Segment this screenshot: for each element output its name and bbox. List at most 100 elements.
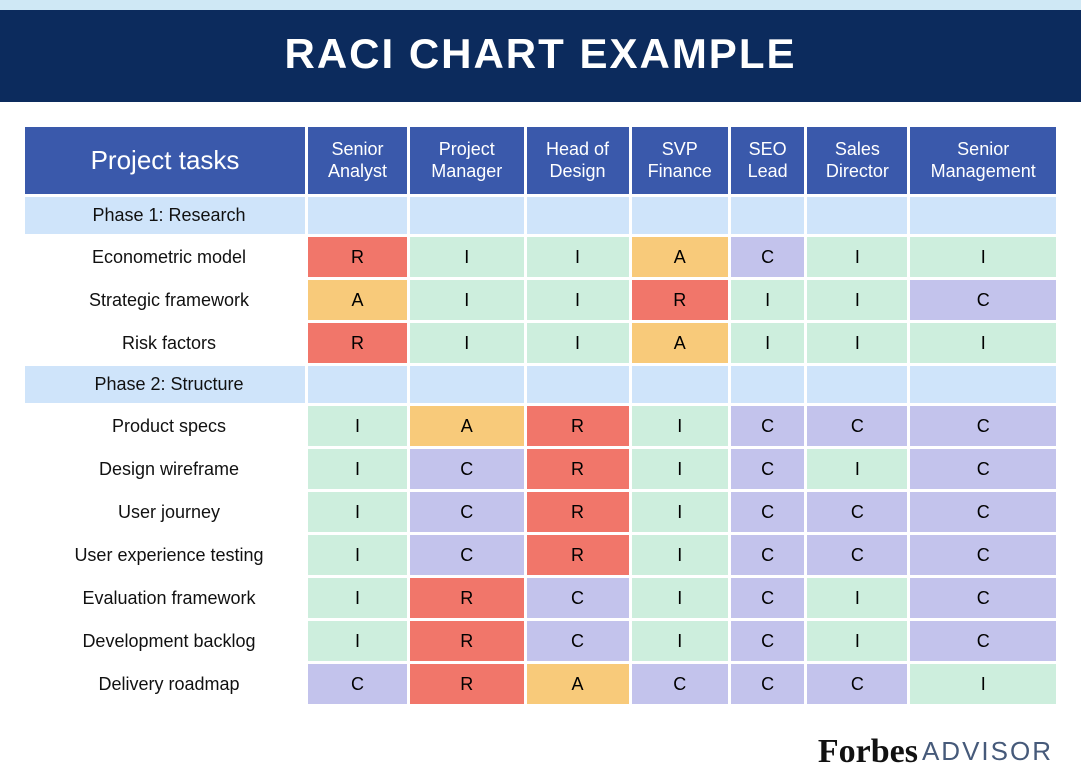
raci-cell: I bbox=[731, 280, 805, 320]
top-strip bbox=[0, 0, 1081, 10]
raci-cell: R bbox=[527, 492, 629, 532]
task-label: Development backlog bbox=[25, 621, 305, 661]
raci-cell: C bbox=[308, 664, 407, 704]
raci-cell: A bbox=[632, 237, 728, 277]
col-header-tasks: Project tasks bbox=[25, 127, 305, 194]
task-row: User journeyICRICCC bbox=[25, 492, 1056, 532]
raci-cell: I bbox=[632, 406, 728, 446]
raci-cell: C bbox=[632, 664, 728, 704]
task-label: Delivery roadmap bbox=[25, 664, 305, 704]
brand-sub: ADVISOR bbox=[922, 736, 1053, 766]
task-row: Risk factorsRIIAIII bbox=[25, 323, 1056, 363]
raci-cell bbox=[527, 366, 629, 403]
raci-cell: I bbox=[527, 280, 629, 320]
col-header-seo-lead: SEO Lead bbox=[731, 127, 805, 194]
raci-cell: C bbox=[910, 535, 1056, 575]
raci-cell bbox=[807, 197, 907, 234]
raci-cell: C bbox=[527, 578, 629, 618]
raci-cell: R bbox=[527, 449, 629, 489]
raci-cell: I bbox=[308, 621, 407, 661]
raci-cell: C bbox=[807, 664, 907, 704]
col-header-senior-management: Senior Management bbox=[910, 127, 1056, 194]
raci-cell: C bbox=[910, 406, 1056, 446]
raci-cell: I bbox=[731, 323, 805, 363]
raci-cell: I bbox=[910, 237, 1056, 277]
raci-cell: C bbox=[910, 578, 1056, 618]
task-label: Design wireframe bbox=[25, 449, 305, 489]
raci-cell bbox=[410, 366, 524, 403]
raci-cell: I bbox=[410, 237, 524, 277]
task-row: User experience testingICRICCC bbox=[25, 535, 1056, 575]
raci-cell: A bbox=[308, 280, 407, 320]
raci-cell: I bbox=[308, 535, 407, 575]
raci-cell: C bbox=[910, 280, 1056, 320]
raci-cell: I bbox=[807, 323, 907, 363]
raci-cell: C bbox=[807, 492, 907, 532]
brand-main: Forbes bbox=[818, 733, 918, 770]
raci-cell: C bbox=[731, 578, 805, 618]
raci-cell bbox=[308, 197, 407, 234]
raci-cell: R bbox=[410, 621, 524, 661]
raci-cell bbox=[910, 197, 1056, 234]
task-label: Econometric model bbox=[25, 237, 305, 277]
raci-cell: C bbox=[731, 406, 805, 446]
raci-cell: I bbox=[527, 237, 629, 277]
raci-cell: I bbox=[308, 406, 407, 446]
raci-cell: I bbox=[527, 323, 629, 363]
raci-cell: I bbox=[632, 621, 728, 661]
phase-label: Phase 2: Structure bbox=[25, 366, 305, 403]
raci-cell: I bbox=[807, 621, 907, 661]
raci-cell: A bbox=[527, 664, 629, 704]
col-header-senior-analyst: Senior Analyst bbox=[308, 127, 407, 194]
chart-wrap: Project tasks Senior Analyst Project Man… bbox=[0, 102, 1081, 719]
col-header-sales-director: Sales Director bbox=[807, 127, 907, 194]
raci-cell: R bbox=[308, 237, 407, 277]
raci-cell: I bbox=[632, 492, 728, 532]
task-label: Product specs bbox=[25, 406, 305, 446]
raci-cell bbox=[910, 366, 1056, 403]
phase-row: Phase 1: Research bbox=[25, 197, 1056, 234]
raci-cell: R bbox=[527, 406, 629, 446]
task-label: User experience testing bbox=[25, 535, 305, 575]
raci-cell: I bbox=[807, 578, 907, 618]
raci-cell bbox=[632, 197, 728, 234]
raci-cell: C bbox=[410, 535, 524, 575]
raci-cell bbox=[308, 366, 407, 403]
raci-cell: C bbox=[731, 492, 805, 532]
raci-cell: I bbox=[910, 323, 1056, 363]
raci-cell: C bbox=[527, 621, 629, 661]
phase-label: Phase 1: Research bbox=[25, 197, 305, 234]
raci-cell: C bbox=[731, 621, 805, 661]
raci-cell bbox=[632, 366, 728, 403]
raci-cell: I bbox=[410, 280, 524, 320]
col-header-svp-finance: SVP Finance bbox=[632, 127, 728, 194]
raci-table: Project tasks Senior Analyst Project Man… bbox=[22, 124, 1059, 707]
task-label: Strategic framework bbox=[25, 280, 305, 320]
raci-cell: C bbox=[910, 621, 1056, 661]
raci-cell bbox=[731, 366, 805, 403]
raci-cell: R bbox=[410, 664, 524, 704]
task-row: Strategic frameworkAIIRIIC bbox=[25, 280, 1056, 320]
raci-cell: C bbox=[731, 237, 805, 277]
raci-cell: I bbox=[807, 280, 907, 320]
task-row: Delivery roadmapCRACCCI bbox=[25, 664, 1056, 704]
raci-cell: R bbox=[410, 578, 524, 618]
raci-cell: C bbox=[910, 492, 1056, 532]
raci-cell: C bbox=[807, 406, 907, 446]
raci-cell: A bbox=[410, 406, 524, 446]
raci-cell: I bbox=[308, 449, 407, 489]
raci-cell: C bbox=[807, 535, 907, 575]
raci-cell bbox=[731, 197, 805, 234]
raci-cell: R bbox=[632, 280, 728, 320]
raci-cell: I bbox=[308, 578, 407, 618]
raci-cell: C bbox=[410, 449, 524, 489]
raci-cell: I bbox=[807, 237, 907, 277]
raci-cell: I bbox=[632, 578, 728, 618]
task-row: Development backlogIRCICIC bbox=[25, 621, 1056, 661]
raci-cell: C bbox=[731, 535, 805, 575]
branding: ForbesADVISOR bbox=[0, 719, 1081, 779]
raci-cell: C bbox=[910, 449, 1056, 489]
raci-cell: R bbox=[527, 535, 629, 575]
raci-cell: I bbox=[807, 449, 907, 489]
task-row: Econometric modelRIIACII bbox=[25, 237, 1056, 277]
